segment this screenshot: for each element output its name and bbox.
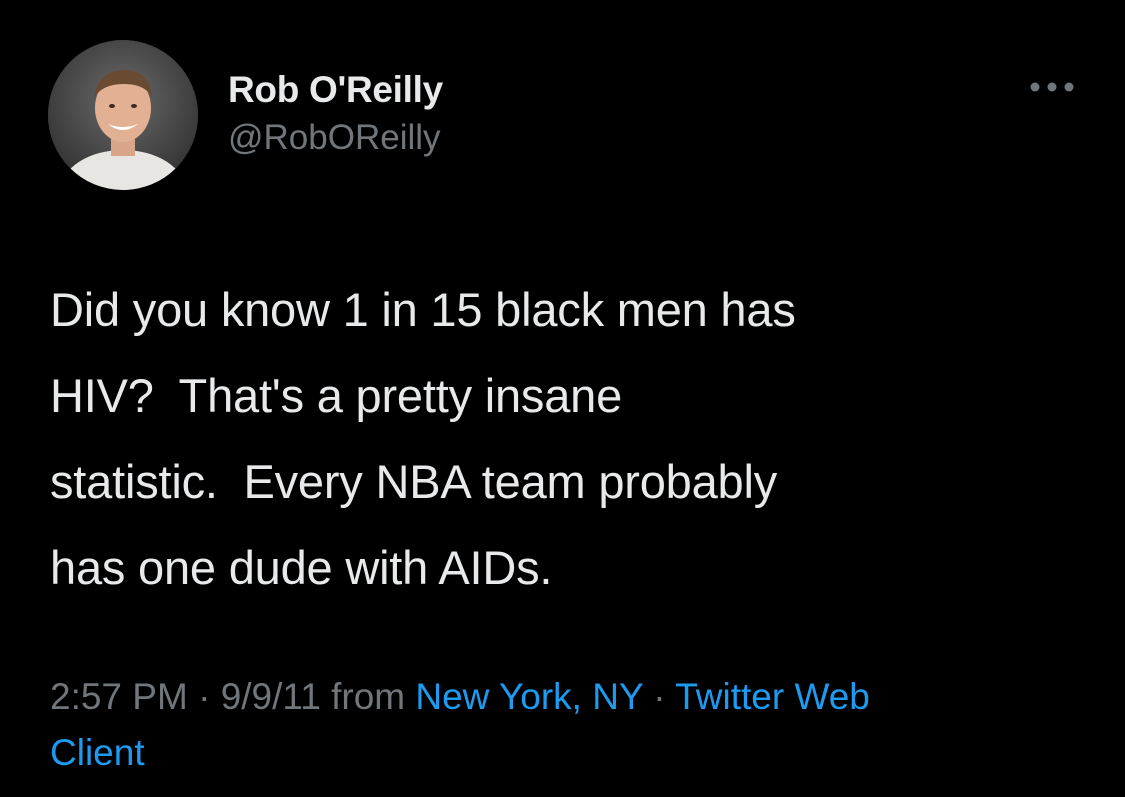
tweet-card: Rob O'Reilly @RobOReilly Did you know 1 … xyxy=(0,0,1125,797)
display-name[interactable]: Rob O'Reilly xyxy=(228,70,443,110)
tweet-time[interactable]: 2:57 PM xyxy=(50,676,188,717)
author-info: Rob O'Reilly @RobOReilly xyxy=(228,70,443,160)
location-link[interactable]: New York, NY xyxy=(415,676,643,717)
user-avatar-icon xyxy=(48,40,198,190)
tweet-metadata: 2:57 PM · 9/9/11 from New York, NY · Twi… xyxy=(50,668,1090,726)
tweet-date[interactable]: 9/9/11 xyxy=(221,676,321,717)
tweet-text: Did you know 1 in 15 black men has HIV? … xyxy=(50,283,796,594)
client-link[interactable]: Twitter Web xyxy=(675,676,870,717)
user-handle[interactable]: @RobOReilly xyxy=(228,116,443,160)
meta-separator: · xyxy=(198,676,211,717)
meta-separator-2: · xyxy=(653,676,666,717)
client-link-continued[interactable]: Client xyxy=(50,724,145,782)
from-label: from xyxy=(331,676,406,717)
more-options-button[interactable] xyxy=(1028,72,1076,102)
avatar[interactable] xyxy=(48,40,198,190)
more-horizontal-icon xyxy=(1030,82,1074,92)
